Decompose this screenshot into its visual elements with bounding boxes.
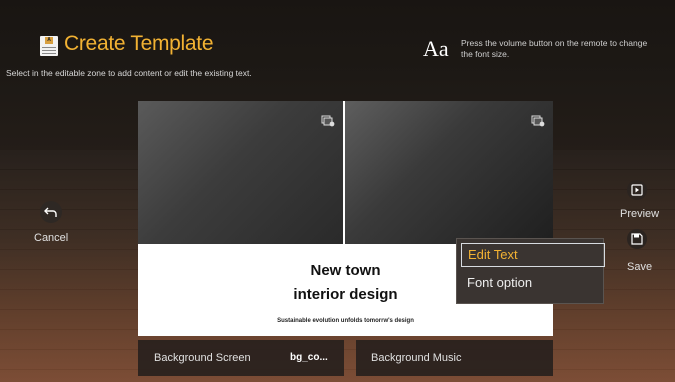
save-icon[interactable]: [627, 229, 647, 249]
back-arrow-icon[interactable]: [40, 201, 62, 223]
menu-item-font-option[interactable]: Font option: [461, 272, 603, 294]
font-size-hint: Press the volume button on the remote to…: [461, 38, 648, 59]
menu-item-edit-text[interactable]: Edit Text: [461, 243, 605, 267]
image-change-icon[interactable]: [531, 115, 545, 127]
font-size-glyph: Aa: [423, 36, 449, 61]
preview-button[interactable]: Preview: [620, 208, 659, 220]
play-icon[interactable]: [627, 180, 647, 200]
background-music-label: Background Music: [371, 352, 462, 364]
text-context-menu: Edit Text Font option: [456, 238, 605, 304]
background-screen-value: bg_co...: [290, 352, 328, 363]
image-zone-right[interactable]: [345, 101, 553, 244]
image-zone-left[interactable]: [138, 101, 343, 244]
page-subtitle: Select in the editable zone to add conte…: [6, 68, 252, 78]
background-music-button[interactable]: Background Music: [356, 340, 553, 376]
template-icon: A: [40, 36, 58, 56]
background-screen-button[interactable]: Background Screen bg_co...: [138, 340, 344, 376]
template-tagline[interactable]: Sustainable evolution unfolds tomorrw's …: [138, 318, 553, 324]
page-title: Create Template: [64, 32, 214, 55]
cancel-button[interactable]: Cancel: [34, 232, 68, 244]
save-button[interactable]: Save: [627, 261, 652, 273]
background-screen-label: Background Screen: [154, 352, 251, 364]
image-change-icon[interactable]: [321, 115, 335, 127]
